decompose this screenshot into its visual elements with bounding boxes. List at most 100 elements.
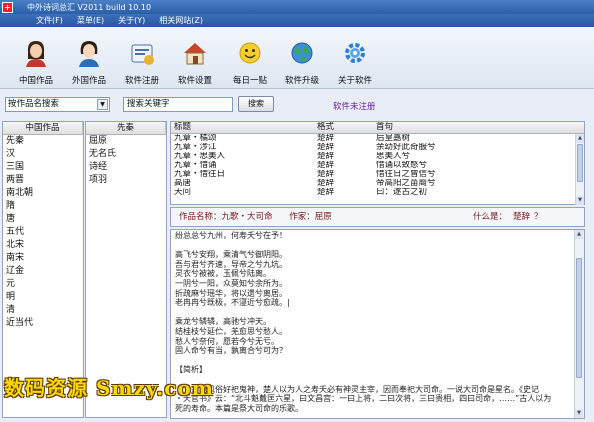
- dynasty-item[interactable]: 清: [3, 304, 83, 317]
- dynasty-header: 中国作品: [3, 122, 83, 135]
- search-mode-select[interactable]: 按作品名搜索 ▼: [5, 97, 110, 112]
- table-cell: 惜往日之曾信兮: [376, 170, 436, 179]
- scroll-thumb[interactable]: [577, 144, 583, 182]
- table-cell: 楚辞: [317, 152, 335, 161]
- scroll-down-icon[interactable]: ▼: [576, 196, 584, 205]
- dynasty-item[interactable]: 汉: [3, 148, 83, 161]
- foreign-woman-icon: [79, 41, 99, 67]
- poem-viewer[interactable]: 纷总总兮九州，何寿夭兮在予！ 高飞兮安翔，乘清气兮御阴阳。 吾与君兮齐速，导帝之兮…: [170, 229, 585, 419]
- title-label: 作品名称：: [179, 212, 222, 222]
- dynasty-list: 先秦汉三国 两晋 南北朝隋唐五代 北宋 南宋 辽金元明清近当代: [3, 135, 83, 330]
- table-cell: 思美人兮: [376, 152, 411, 161]
- dynasty-item[interactable]: 三国: [3, 161, 83, 174]
- watermark: 数码资源 Smzy.com: [4, 376, 214, 400]
- author-item[interactable]: 诗经: [86, 161, 166, 174]
- table-cell: 楚辞: [317, 170, 335, 179]
- search-button[interactable]: 搜索: [238, 96, 274, 112]
- app-icon[interactable]: +: [2, 1, 13, 13]
- toolbar-register-button[interactable]: 软件注册: [116, 39, 168, 86]
- col-title[interactable]: 标题: [171, 122, 317, 133]
- toolbar-label: 中国作品: [18, 76, 53, 86]
- scroll-up-icon[interactable]: ▲: [576, 134, 584, 143]
- col-first-line[interactable]: 首句: [376, 122, 566, 133]
- table-cell: 天问: [174, 188, 192, 197]
- dynasty-item[interactable]: 近当代: [3, 317, 83, 330]
- menu-bar: 文件(F) 菜单(E) 关于(Y) 相关网站(Z): [0, 14, 594, 27]
- poem-line: 【简析】: [175, 365, 207, 375]
- poem-line: [175, 356, 571, 366]
- poem-line: 死的寿命。本篇是祭大司命的乐歌。: [175, 403, 303, 413]
- table-cell: 楚辞: [317, 161, 335, 170]
- dynasty-item[interactable]: 南北朝: [3, 187, 83, 200]
- what-link[interactable]: 楚辞: [513, 208, 530, 226]
- dynasty-item[interactable]: 五代: [3, 226, 83, 239]
- toolbar: 中国作品 外国作品 软件注册 软件设置 每日一贴 软件升级 关于软件: [0, 27, 594, 89]
- table-row[interactable]: 九章・思美人 楚辞 思美人兮: [171, 152, 584, 161]
- table-row[interactable]: 天问 楚辞 曰：遂古之初: [171, 188, 584, 197]
- menu-about[interactable]: 关于(Y): [118, 15, 145, 26]
- author-item[interactable]: 项羽: [86, 174, 166, 187]
- dynasty-item[interactable]: 辽金: [3, 265, 83, 278]
- dynasty-item[interactable]: 元: [3, 278, 83, 291]
- table-cell: 九章・思美人: [174, 152, 226, 161]
- works-table: 标题 格式 首句 九章・橘颂 楚辞 后皇嘉树 九章・涉江 楚辞 余幼好此奇服兮 九章・思美人…: [170, 121, 585, 205]
- table-cell: 高唐: [174, 179, 192, 188]
- poem-line: 纷总总兮九州，何寿夭兮在予！: [175, 231, 287, 240]
- dynasty-item[interactable]: 北宋: [3, 239, 83, 252]
- table-row[interactable]: 九章・涉江 楚辞 余幼好此奇服兮: [171, 143, 584, 152]
- chevron-down-icon[interactable]: ▼: [97, 99, 108, 110]
- toolbar-chinese-works-button[interactable]: 中国作品: [10, 39, 62, 86]
- author-item[interactable]: 无名氏: [86, 148, 166, 161]
- table-cell: 九章・惜诵: [174, 161, 217, 170]
- table-row[interactable]: 九章・橘颂 楚辞 后皇嘉树: [171, 134, 584, 143]
- title-bar: + 中外诗词总汇 V2011 build 10.10: [0, 0, 594, 14]
- scroll-up-icon[interactable]: ▲: [575, 230, 583, 239]
- table-cell: 后皇嘉树: [376, 134, 411, 143]
- poem-line: 吾与君兮齐速，导帝之兮九坑。: [175, 259, 287, 269]
- poem-line: 固人命兮有当，孰离合兮可为？: [175, 346, 287, 356]
- col-format[interactable]: 格式: [317, 122, 376, 133]
- toolbar-foreign-works-button[interactable]: 外国作品: [63, 39, 115, 86]
- registration-status: 软件未注册: [333, 102, 376, 112]
- poem-line: 一阴兮一阳，众莫知兮余所为。: [175, 278, 287, 288]
- dynasty-item[interactable]: 两晋: [3, 174, 83, 187]
- about-gear-icon: [345, 43, 365, 63]
- menu-file[interactable]: 文件(F): [36, 15, 63, 26]
- table-row[interactable]: 九章・惜往日 楚辞 惜往日之曾信兮: [171, 170, 584, 179]
- poem-line: 灵衣兮被被，玉佩兮陆离。: [175, 269, 271, 279]
- author-header: 先秦: [86, 122, 166, 135]
- dynasty-item[interactable]: 隋: [3, 200, 83, 213]
- toolbar-label: 软件注册: [124, 76, 159, 86]
- search-input[interactable]: 搜索关键字: [123, 97, 233, 112]
- table-cell: 九章・涉江: [174, 143, 217, 152]
- dynasty-item[interactable]: 唐: [3, 213, 83, 226]
- table-cell: 曰：遂古之初: [376, 188, 428, 197]
- poem-scrollbar[interactable]: ▲ ▼: [574, 230, 584, 418]
- toolbar-about-button[interactable]: 关于软件: [329, 39, 381, 86]
- poem-line: [175, 308, 571, 318]
- works-scrollbar[interactable]: ▲ ▼: [575, 134, 584, 205]
- poem-line: ・天官书》云：“北斗魁戴匡六星，曰文昌宫：一曰上将，二曰次将，三曰贵相，四曰司命…: [175, 394, 552, 404]
- toolbar-settings-button[interactable]: 软件设置: [169, 39, 221, 86]
- toolbar-upgrade-button[interactable]: 软件升级: [276, 39, 328, 86]
- dynasty-item[interactable]: 南宋: [3, 252, 83, 265]
- table-row[interactable]: 九章・惜诵 楚辞 惜诵以致愍兮: [171, 161, 584, 170]
- scroll-thumb[interactable]: [576, 258, 582, 378]
- poem-text: 纷总总兮九州，何寿夭兮在予！ 高飞兮安翔，乘清气兮御阴阳。 吾与君兮齐速，导帝之兮…: [175, 231, 571, 413]
- poem-line: 愁人兮奈何，愿若今兮无亏。: [175, 336, 279, 346]
- menu-edit[interactable]: 菜单(E): [77, 15, 104, 26]
- toolbar-label: 软件设置: [177, 76, 212, 86]
- menu-sites[interactable]: 相关网站(Z): [159, 15, 203, 26]
- title-value: 九歌・大司命: [221, 212, 273, 222]
- poem-line: 乘龙兮辚辚，高驰兮冲天。: [175, 317, 271, 327]
- toolbar-label: 关于软件: [337, 76, 372, 86]
- dynasty-item[interactable]: 明: [3, 291, 83, 304]
- toolbar-daily-button[interactable]: 每日一贴: [224, 39, 276, 86]
- author-item[interactable]: 屈原: [86, 135, 166, 148]
- table-row[interactable]: 高唐 楚辞 帝高阳之苗裔兮: [171, 179, 584, 188]
- scroll-down-icon[interactable]: ▼: [575, 409, 583, 418]
- work-info-bar: 作品名称：九歌・大司命 作家：屈原 什么是： 楚辞 ？: [170, 207, 585, 227]
- dynasty-item[interactable]: 先秦: [3, 135, 83, 148]
- poem-line: 老冉冉兮既极，不寖近兮愈疏。|: [175, 298, 290, 308]
- poem-line: 结桂枝兮延伫，羌愈思兮愁人。: [175, 326, 287, 336]
